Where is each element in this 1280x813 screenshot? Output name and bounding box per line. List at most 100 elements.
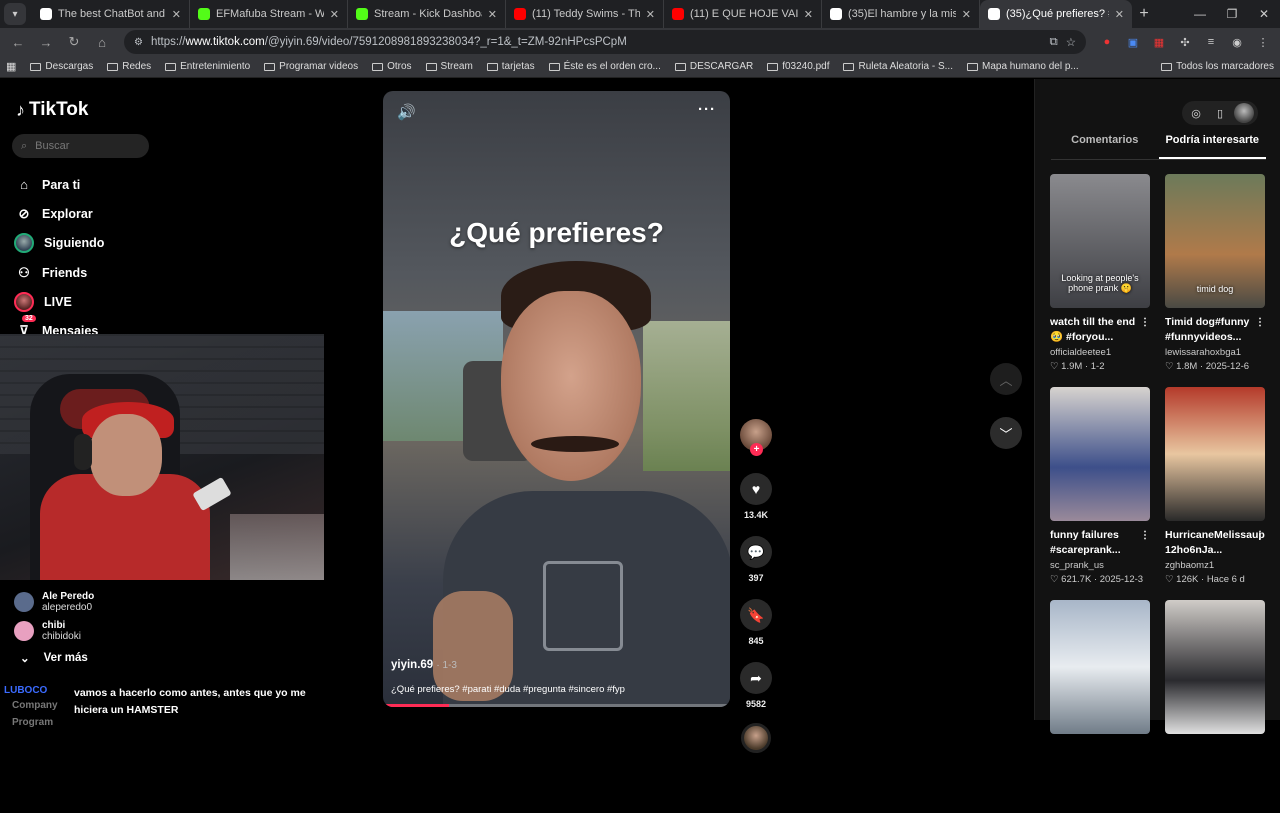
video-card[interactable]: Looking at people's phone prank 🤫 watch t… <box>1050 174 1150 387</box>
bookmark-item[interactable]: Descargas <box>30 61 93 72</box>
browser-tab[interactable]: The best ChatBot and Widgets ✕ <box>32 0 190 28</box>
video-thumbnail[interactable] <box>1050 600 1150 734</box>
card-menu-icon[interactable]: ⋮ <box>1140 315 1150 330</box>
video-author[interactable]: zghbaomz1 <box>1165 560 1265 571</box>
site-info-icon[interactable]: ⚙ <box>134 37 143 48</box>
forward-button[interactable]: → <box>34 30 58 54</box>
sidebar-item-live[interactable]: LIVE <box>14 287 316 316</box>
music-disc-avatar[interactable] <box>741 723 771 753</box>
close-window-button[interactable]: ✕ <box>1248 7 1280 21</box>
install-app-icon[interactable]: ⧉ <box>1049 36 1057 49</box>
close-tab-icon[interactable]: ✕ <box>1115 8 1124 21</box>
video-thumbnail[interactable]: Looking at people's phone prank 🤫 <box>1050 174 1150 308</box>
share-button[interactable]: ➦ <box>740 662 772 694</box>
bookmark-item[interactable]: Éste es el orden cro... <box>548 61 661 72</box>
search-input[interactable]: ⌕ Buscar <box>12 134 149 158</box>
video-card[interactable] <box>1050 600 1150 813</box>
apps-grid-icon[interactable]: ▦ <box>6 60 16 73</box>
bookmark-item[interactable]: Mapa humano del p... <box>966 61 1079 72</box>
reload-button[interactable]: ↻ <box>62 30 86 54</box>
bookmark-item[interactable]: f03240.pdf <box>767 61 829 72</box>
following-account[interactable]: chibi chibidoki <box>14 616 94 645</box>
see-more-button[interactable]: ⌄ Ver más <box>14 651 94 665</box>
browser-tab[interactable]: Stream - Kick Dashboard ✕ <box>348 0 506 28</box>
video-thumbnail[interactable] <box>1050 387 1150 521</box>
following-account[interactable]: Ale Peredo aleperedo0 <box>14 587 94 616</box>
sidebar-item-friends[interactable]: ⚇ Friends <box>16 258 316 287</box>
video-card[interactable] <box>1165 600 1265 813</box>
footer-link-program[interactable]: Program <box>12 714 58 731</box>
sidebar-item-explorar[interactable]: ⊘ Explorar <box>16 199 316 228</box>
browser-menu-icon[interactable]: ⋮ <box>1252 31 1274 53</box>
close-tab-icon[interactable]: ✕ <box>962 8 971 21</box>
profile-avatar-icon[interactable]: ◉ <box>1226 31 1248 53</box>
video-author[interactable]: sc_prank_us <box>1050 560 1150 571</box>
profile-avatar[interactable] <box>1234 103 1254 123</box>
follow-plus-icon[interactable]: + <box>750 443 763 456</box>
video-author[interactable]: officialdeetee1 <box>1050 347 1150 358</box>
media-controls-icon[interactable]: ≡ <box>1200 31 1222 53</box>
bookmark-item[interactable]: Ruleta Aleatoria - S... <box>843 61 953 72</box>
minimize-button[interactable]: — <box>1184 7 1216 21</box>
volume-icon[interactable]: 🔊 <box>397 103 416 121</box>
video-progress-bar[interactable] <box>383 704 730 707</box>
extensions-puzzle-icon[interactable]: ✣ <box>1174 31 1196 53</box>
footer-link-company[interactable]: Company <box>12 697 58 714</box>
browser-tab[interactable]: (35)¿Qué prefieres? #parati #du ✕ <box>980 0 1132 28</box>
all-bookmarks-folder[interactable]: Todos los marcadores <box>1161 61 1274 72</box>
video-card[interactable]: funny failures #scareprank... ⋮ sc_prank_u… <box>1050 387 1150 600</box>
sidebar-item-para-ti[interactable]: ⌂ Para ti <box>16 170 316 199</box>
extension-red-icon[interactable]: ● <box>1096 31 1118 53</box>
extension-m-icon[interactable]: ▦ <box>1148 31 1170 53</box>
close-tab-icon[interactable]: ✕ <box>804 8 813 21</box>
browser-tab[interactable]: EFMafuba Stream - Watch Live ✕ <box>190 0 348 28</box>
creator-avatar[interactable]: + <box>740 419 772 456</box>
sidebar-item-siguiendo[interactable]: Siguiendo <box>14 229 316 258</box>
browser-tab[interactable]: (11) Teddy Swims - The Door (✕ <box>506 0 664 28</box>
bookmark-item[interactable]: Otros <box>372 61 412 72</box>
video-player[interactable]: ¿Qué prefieres? 🔊 ··· yiyin.69 · 1-3 ¿Qu… <box>383 91 730 707</box>
back-button[interactable]: ← <box>6 30 30 54</box>
browser-tab[interactable]: (35)El hambre y la miseria: un ✕ <box>822 0 980 28</box>
bookmark-item[interactable]: tarjetas <box>486 61 535 72</box>
video-author[interactable]: lewissarahoxbga1 <box>1165 347 1265 358</box>
tab-search-button[interactable]: ▾ <box>4 3 26 25</box>
tab-recommendations[interactable]: Podría interesarte <box>1158 134 1266 159</box>
compass-icon[interactable]: ◎ <box>1186 103 1206 123</box>
card-menu-icon[interactable]: ⋮ <box>1255 528 1265 543</box>
video-thumbnail[interactable] <box>1165 600 1265 734</box>
close-tab-icon[interactable]: ✕ <box>488 8 497 21</box>
more-options-icon[interactable]: ··· <box>698 101 716 118</box>
new-tab-button[interactable]: + <box>1132 5 1156 23</box>
video-thumbnail[interactable]: timid dog <box>1165 174 1265 308</box>
video-thumbnail[interactable] <box>1165 387 1265 521</box>
video-card[interactable]: HurricaneMelissaupdate-12ho6nJa...⋮ zghba… <box>1165 387 1265 600</box>
bookmark-item[interactable]: Stream <box>425 61 473 72</box>
comment-button[interactable]: 💬 <box>740 536 772 568</box>
tiktok-logo[interactable]: ♪ TikTok <box>16 99 88 121</box>
previous-video-button[interactable]: ︿ <box>990 363 1022 395</box>
translate-extension-icon[interactable]: ▣ <box>1122 31 1144 53</box>
bookmark-item[interactable]: Redes <box>107 61 151 72</box>
sidebar-item-label: Siguiendo <box>44 236 105 251</box>
close-tab-icon[interactable]: ✕ <box>646 8 655 21</box>
close-tab-icon[interactable]: ✕ <box>172 8 181 21</box>
bookmark-star-icon[interactable]: ☆ <box>1066 35 1076 49</box>
like-button[interactable]: ♥ <box>740 473 772 505</box>
close-tab-icon[interactable]: ✕ <box>330 8 339 21</box>
bookmark-item[interactable]: DESCARGAR <box>674 61 753 72</box>
next-video-button[interactable]: ﹀ <box>990 417 1022 449</box>
video-card[interactable]: timid dog Timid dog#funny #funnyvideos...… <box>1165 174 1265 387</box>
save-button[interactable]: 🔖 <box>740 599 772 631</box>
bookmark-item[interactable]: Programar videos <box>264 61 358 72</box>
bookmark-item[interactable]: Entretenimiento <box>165 61 250 72</box>
video-author[interactable]: yiyin.69 · 1-3 <box>391 659 457 671</box>
phone-icon[interactable]: ▯ <box>1210 103 1230 123</box>
card-menu-icon[interactable]: ⋮ <box>1140 528 1150 543</box>
address-bar[interactable]: ⚙ https://www.tiktok.com/@yiyin.69/video… <box>124 30 1086 54</box>
home-button[interactable]: ⌂ <box>90 30 114 54</box>
maximize-button[interactable]: ❐ <box>1216 7 1248 21</box>
card-menu-icon[interactable]: ⋮ <box>1255 315 1265 330</box>
tab-comments[interactable]: Comentarios <box>1051 134 1159 159</box>
browser-tab[interactable]: (11) E QUE HOJE VAI TER FESTI ✕ <box>664 0 822 28</box>
